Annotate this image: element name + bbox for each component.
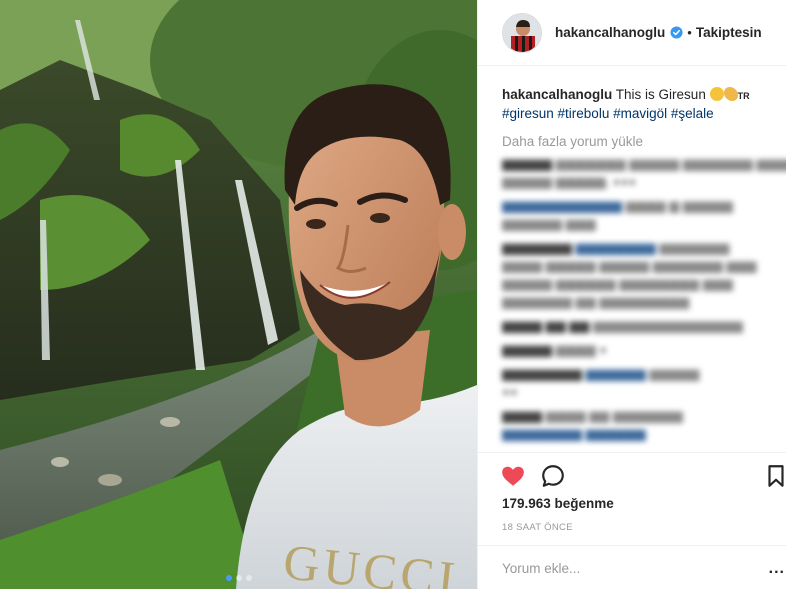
comment-input[interactable]	[502, 558, 742, 578]
grinning-emoji-icon	[709, 87, 724, 101]
header-separator: •	[687, 25, 692, 40]
caption-hashtags[interactable]: #giresun #tirebolu #mavigöl #şelale	[502, 105, 763, 123]
blurred-comment: ▆▆▆▆▆▆▆▆▆▆▆▆ ▆▆▆▆ ▆ ▆▆▆▆▆	[502, 198, 733, 213]
carousel-indicator	[0, 575, 477, 581]
post-photo[interactable]: GUCCI	[0, 0, 477, 589]
header-username[interactable]: hakancalhanoglu	[555, 25, 665, 40]
blurred-comment: ▆▆▆▆▆ ▆▆▆▆▆▆ ▆▆▆▆▆▆▆▆ ▆▆▆	[502, 276, 733, 291]
post-actions	[478, 452, 786, 496]
blurred-comment: ▆▆▆▆▆▆▆▆ ▆▆▆▆▆▆ ▆▆▆▆▆	[502, 366, 700, 381]
load-more-comments-button[interactable]: Daha fazla yorum yükle	[502, 134, 763, 149]
avatar-image	[503, 13, 541, 52]
comment-icon[interactable]	[540, 463, 566, 489]
add-comment-bar: ...	[478, 545, 786, 589]
carousel-dot[interactable]	[225, 575, 232, 581]
blurred-comment: ▆▆▆▆▆ ▆▆▆▆▆, ●●●	[502, 174, 637, 189]
post-timestamp[interactable]: 18 SAAT ÖNCE	[502, 522, 573, 533]
flag-label: TR	[737, 91, 750, 101]
blurred-comment: ▆▆▆▆▆▆▆▆ ▆▆▆▆▆▆	[502, 426, 646, 441]
blurred-comment: ●●	[502, 384, 518, 399]
blurred-comment: ▆▆▆▆▆▆▆ ▆▆▆▆▆▆▆▆ ▆▆▆▆▆▆▆	[502, 240, 730, 255]
blurred-comment: ▆▆▆▆ ▆▆▆▆ ▆▆ ▆▆▆▆▆▆▆	[502, 408, 683, 423]
comments-section: hakancalhanoglu This is Giresun TR #gire…	[478, 66, 786, 452]
heart-icon[interactable]	[500, 463, 526, 489]
avatar[interactable]	[502, 12, 542, 53]
follow-button[interactable]: Takiptesin	[696, 25, 762, 40]
blurred-comment: ▆▆▆▆▆ ▆▆▆▆ ●	[502, 342, 608, 357]
blurred-comment: ▆▆▆▆ ▆▆▆▆▆ ▆▆▆▆▆ ▆▆▆▆▆▆▆ ▆▆▆	[502, 258, 757, 273]
selfie-waterfall-image: GUCCI	[0, 0, 477, 589]
bookmark-icon[interactable]	[763, 463, 786, 489]
caption-text: This is Giresun	[615, 87, 706, 102]
like-count[interactable]: 179.963 beğenme	[502, 496, 614, 511]
carousel-dot[interactable]	[245, 575, 252, 581]
blurred-comment: ▆▆▆▆▆▆▆ ▆▆ ▆▆▆▆▆▆▆▆▆	[502, 294, 690, 309]
clapping-hands-emoji-icon	[723, 87, 738, 101]
carousel-dot[interactable]	[235, 575, 242, 581]
blurred-comment: ▆▆▆▆▆▆ ▆▆▆	[502, 216, 596, 231]
caption-username[interactable]: hakancalhanoglu	[502, 87, 612, 102]
blurred-comment: ▆▆▆▆ ▆▆ ▆▆ ▆▆▆▆▆▆▆▆▆▆▆▆▆▆▆	[502, 318, 743, 333]
blurred-comment: ▆▆▆▆▆ ▆▆▆▆▆▆▆ ▆▆▆▆▆ ▆▆▆▆▆▆▆ ▆▆▆▆	[502, 156, 786, 171]
post-caption: hakancalhanoglu This is Giresun TR #gire…	[502, 86, 763, 123]
more-options-button[interactable]: ...	[769, 560, 785, 578]
post-sidebar: hakancalhanoglu • Takiptesin hakancalhan…	[477, 0, 786, 589]
post-header: hakancalhanoglu • Takiptesin	[478, 0, 786, 66]
verified-badge-icon	[670, 26, 683, 39]
